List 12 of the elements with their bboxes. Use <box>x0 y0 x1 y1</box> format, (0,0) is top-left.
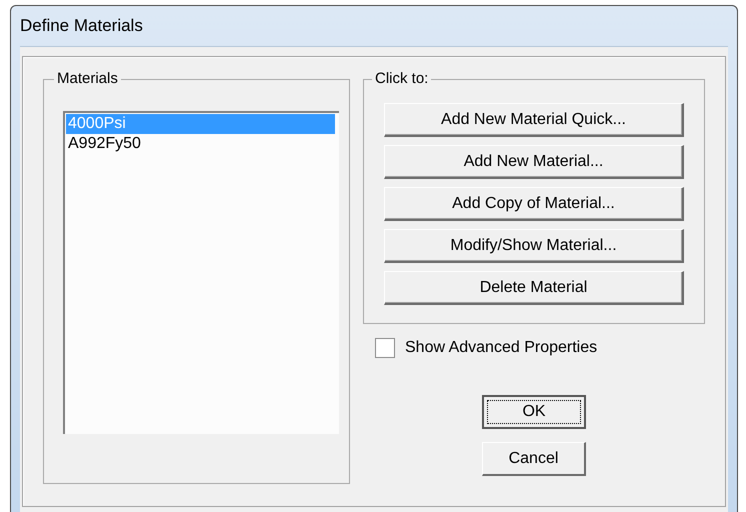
checkbox-label: Show Advanced Properties <box>405 338 598 358</box>
materials-list[interactable]: 4000Psi A992Fy50 <box>63 111 339 434</box>
action-button[interactable]: Add Copy of Material... <box>384 187 684 221</box>
checkbox[interactable] <box>375 338 395 358</box>
action-button[interactable]: Add New Material... <box>384 145 684 179</box>
dialog-button[interactable]: OK <box>482 395 586 429</box>
action-button[interactable]: Delete Material <box>384 271 684 305</box>
action-button[interactable]: Add New Material Quick... <box>384 103 684 137</box>
list-item[interactable]: A992Fy50 <box>66 134 335 154</box>
action-button[interactable]: Modify/Show Material... <box>384 229 684 263</box>
window-title: Define Materials <box>20 15 143 38</box>
dialog-button[interactable]: Cancel <box>482 442 586 476</box>
